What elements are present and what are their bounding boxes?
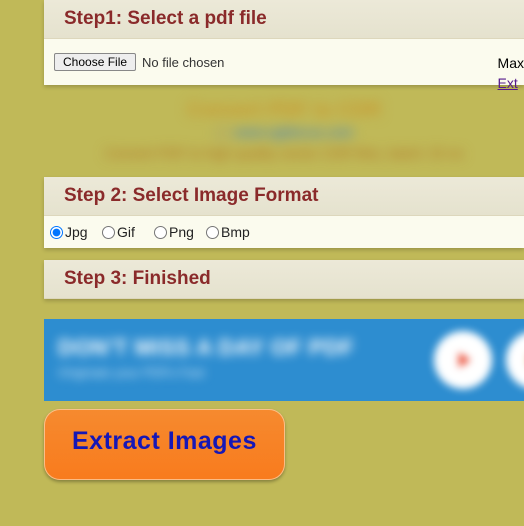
extract-images-button[interactable]: Extract Images xyxy=(44,409,285,480)
step2-panel: Step 2: Select Image Format Jpg Gif Png … xyxy=(44,177,524,248)
radio-bmp-label: Bmp xyxy=(221,224,250,240)
banner-icons xyxy=(434,331,524,389)
inline-ad[interactable]: Convert PDF to CDR www.sgldocus.com Conv… xyxy=(44,97,524,167)
step3-heading: Step 3: Finished xyxy=(44,260,524,299)
banner-ad[interactable]: DON'T MISS A DAY OF PDF Originate your P… xyxy=(44,319,524,401)
radio-jpg[interactable]: Jpg xyxy=(50,224,98,240)
file-chosen-label: No file chosen xyxy=(142,55,224,70)
step1-heading: Step1: Select a pdf file xyxy=(44,0,524,39)
radio-png-input[interactable] xyxy=(154,226,167,239)
radio-gif-label: Gif xyxy=(117,224,135,240)
ad-title: Convert PDF to CDR xyxy=(44,97,524,122)
radio-png[interactable]: Png xyxy=(154,224,202,240)
radio-jpg-input[interactable] xyxy=(50,226,63,239)
step3-panel: Step 3: Finished xyxy=(44,260,524,299)
ad-url: www.sgldocus.com xyxy=(44,124,524,141)
radio-bmp[interactable]: Bmp xyxy=(206,224,254,240)
radio-gif-input[interactable] xyxy=(102,226,115,239)
ad-desc: Convert PDF to high quality vector CDR f… xyxy=(44,145,524,161)
format-options: Jpg Gif Png Bmp xyxy=(44,216,524,248)
ext-link[interactable]: Ext xyxy=(498,74,524,94)
radio-bmp-input[interactable] xyxy=(206,226,219,239)
radio-jpg-label: Jpg xyxy=(65,224,88,240)
radio-png-label: Png xyxy=(169,224,194,240)
max-size-label: Max xyxy=(498,54,524,74)
step2-heading: Step 2: Select Image Format xyxy=(44,177,524,216)
upload-side-info: Max Ext xyxy=(498,54,524,93)
banner-circle-icon-2 xyxy=(506,331,524,389)
step1-panel: Step1: Select a pdf file Choose File No … xyxy=(44,0,524,85)
choose-file-button[interactable]: Choose File xyxy=(54,53,136,71)
radio-gif[interactable]: Gif xyxy=(102,224,150,240)
banner-circle-icon-1 xyxy=(434,331,492,389)
step1-body: Choose File No file chosen xyxy=(44,39,524,85)
